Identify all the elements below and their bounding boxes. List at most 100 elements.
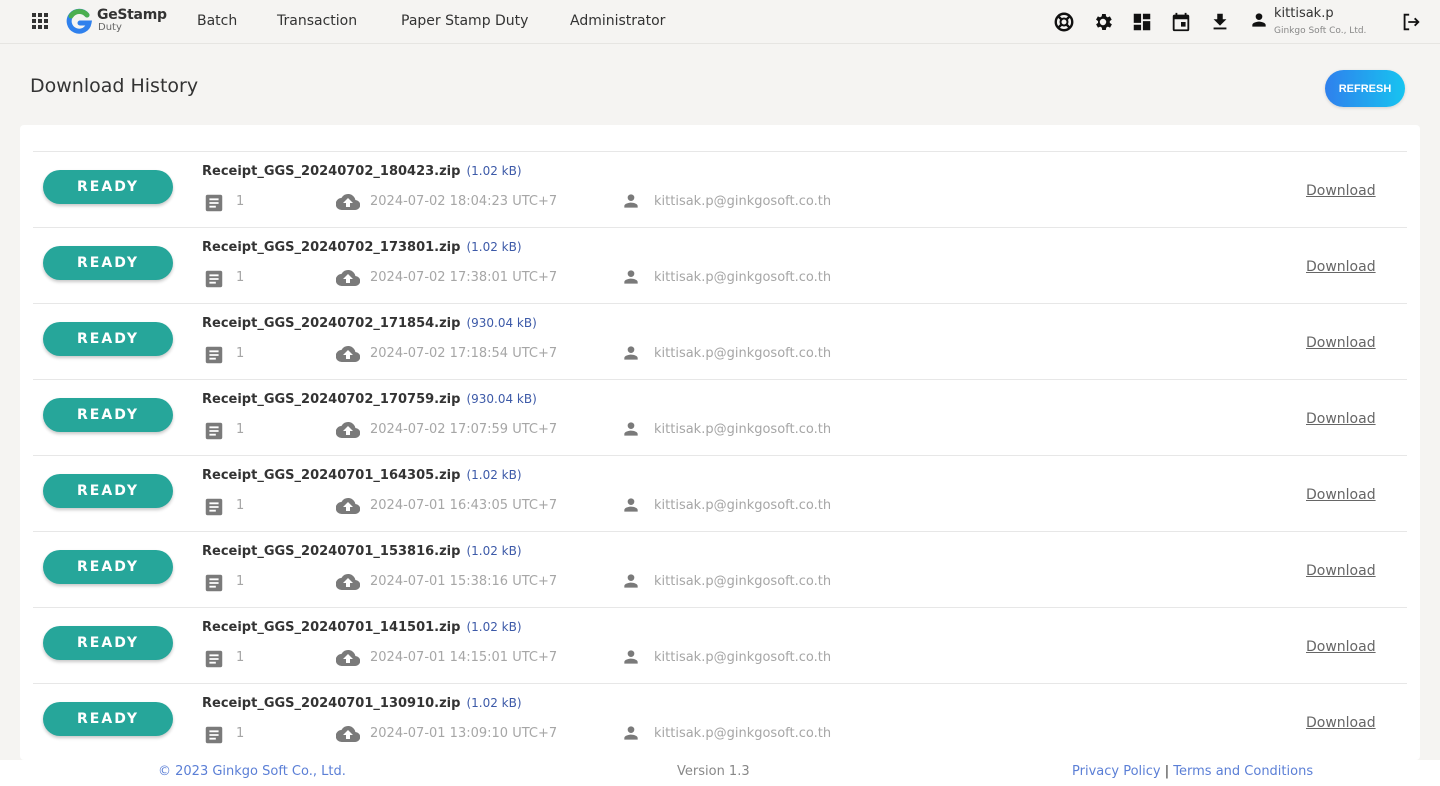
file-count: 1 (236, 498, 245, 513)
top-bar: GeStamp Duty Batch Transaction Paper Sta… (0, 0, 1440, 44)
logo-g-icon (66, 8, 92, 34)
footer-copyright[interactable]: © 2023 Ginkgo Soft Co., Ltd. (158, 764, 346, 779)
download-link[interactable]: Download (1306, 487, 1376, 503)
app-grid-icon[interactable] (32, 13, 49, 30)
download-link[interactable]: Download (1306, 259, 1376, 275)
nav-paper-stamp-duty[interactable]: Paper Stamp Duty (401, 13, 528, 29)
nav-batch[interactable]: Batch (197, 13, 237, 29)
logo-title: GeStamp (97, 7, 167, 23)
upload-timestamp: 2024-07-01 15:38:16 UTC+7 (370, 574, 558, 589)
privacy-policy-link[interactable]: Privacy Policy (1072, 764, 1161, 779)
requested-by-email: kittisak.p@ginkgosoft.co.th (654, 726, 832, 741)
file-count: 1 (236, 194, 245, 209)
file-name-text: Receipt_GGS_20240701_164305.zip (202, 468, 461, 483)
footer: © 2023 Ginkgo Soft Co., Ltd. Version 1.3… (0, 760, 1440, 786)
terms-link[interactable]: Terms and Conditions (1173, 764, 1313, 779)
user-icon (621, 647, 641, 667)
file-name-text: Receipt_GGS_20240702_180423.zip (202, 164, 461, 179)
cloud-upload-icon (336, 418, 360, 442)
requested-by-email: kittisak.p@ginkgosoft.co.th (654, 498, 832, 513)
requested-by-email: kittisak.p@ginkgosoft.co.th (654, 574, 832, 589)
user-icon (621, 571, 641, 591)
cloud-upload-icon (336, 342, 360, 366)
nav-administrator[interactable]: Administrator (570, 13, 665, 29)
download-icon[interactable] (1209, 11, 1231, 33)
status-badge: READY (43, 322, 173, 356)
cloud-upload-icon (336, 570, 360, 594)
file-count: 1 (236, 346, 245, 361)
file-size: (1.02 kB) (466, 620, 522, 634)
file-name[interactable]: Receipt_GGS_20240701_164305.zip (1.02 kB) (202, 468, 522, 483)
refresh-button[interactable]: REFRESH (1325, 70, 1405, 107)
file-count: 1 (236, 270, 245, 285)
download-history-card: READY Receipt_GGS_20240702_180423.zip (1.… (20, 125, 1420, 760)
file-name[interactable]: Receipt_GGS_20240702_173801.zip (1.02 kB) (202, 240, 522, 255)
upload-timestamp: 2024-07-02 17:18:54 UTC+7 (370, 346, 558, 361)
download-row: READY Receipt_GGS_20240701_141501.zip (1.… (33, 607, 1407, 683)
nav-transaction[interactable]: Transaction (277, 13, 357, 29)
download-row: READY Receipt_GGS_20240701_153816.zip (1.… (33, 531, 1407, 607)
file-size: (1.02 kB) (466, 544, 522, 558)
download-link[interactable]: Download (1306, 715, 1376, 731)
download-link[interactable]: Download (1306, 563, 1376, 579)
file-size: (1.02 kB) (466, 164, 522, 178)
page-title: Download History (30, 75, 199, 97)
user-account-icon[interactable] (1249, 10, 1269, 30)
logo-subtitle: Duty (98, 22, 122, 33)
user-icon (621, 191, 641, 211)
document-icon (203, 420, 225, 442)
upload-timestamp: 2024-07-02 17:07:59 UTC+7 (370, 422, 558, 437)
document-icon (203, 344, 225, 366)
upload-timestamp: 2024-07-02 17:38:01 UTC+7 (370, 270, 558, 285)
file-name-text: Receipt_GGS_20240701_153816.zip (202, 544, 461, 559)
footer-separator: | (1164, 764, 1170, 779)
status-badge: READY (43, 550, 173, 584)
status-badge: READY (43, 626, 173, 660)
download-row: READY Receipt_GGS_20240702_180423.zip (1.… (33, 151, 1407, 227)
calendar-icon[interactable] (1170, 11, 1192, 33)
download-link[interactable]: Download (1306, 411, 1376, 427)
file-name[interactable]: Receipt_GGS_20240702_180423.zip (1.02 kB) (202, 164, 522, 179)
file-name[interactable]: Receipt_GGS_20240701_141501.zip (1.02 kB) (202, 620, 522, 635)
download-link[interactable]: Download (1306, 335, 1376, 351)
dashboard-icon[interactable] (1131, 11, 1153, 33)
file-count: 1 (236, 422, 245, 437)
file-size: (930.04 kB) (466, 316, 537, 330)
upload-timestamp: 2024-07-01 13:09:10 UTC+7 (370, 726, 558, 741)
status-badge: READY (43, 246, 173, 280)
document-icon (203, 648, 225, 670)
upload-timestamp: 2024-07-01 16:43:05 UTC+7 (370, 498, 558, 513)
footer-version: Version 1.3 (677, 764, 750, 779)
file-size: (1.02 kB) (466, 240, 522, 254)
document-icon (203, 192, 225, 214)
document-icon (203, 268, 225, 290)
upload-timestamp: 2024-07-01 14:15:01 UTC+7 (370, 650, 558, 665)
app-logo[interactable]: GeStamp Duty (66, 7, 176, 38)
file-name[interactable]: Receipt_GGS_20240701_130910.zip (1.02 kB) (202, 696, 522, 711)
file-count: 1 (236, 574, 245, 589)
file-name[interactable]: Receipt_GGS_20240701_153816.zip (1.02 kB) (202, 544, 522, 559)
user-organization: Ginkgo Soft Co., Ltd. (1274, 26, 1367, 36)
download-row: READY Receipt_GGS_20240701_130910.zip (1.… (33, 683, 1407, 759)
download-row: READY Receipt_GGS_20240702_171854.zip (93… (33, 303, 1407, 379)
document-icon (203, 572, 225, 594)
user-icon (621, 419, 641, 439)
download-row: READY Receipt_GGS_20240702_170759.zip (93… (33, 379, 1407, 455)
file-size: (1.02 kB) (466, 696, 522, 710)
download-link[interactable]: Download (1306, 639, 1376, 655)
cloud-upload-icon (336, 494, 360, 518)
requested-by-email: kittisak.p@ginkgosoft.co.th (654, 270, 832, 285)
download-link[interactable]: Download (1306, 183, 1376, 199)
settings-gear-icon[interactable] (1092, 11, 1114, 33)
user-name[interactable]: kittisak.p (1274, 6, 1334, 21)
file-name[interactable]: Receipt_GGS_20240702_170759.zip (930.04 k… (202, 392, 537, 407)
status-badge: READY (43, 398, 173, 432)
requested-by-email: kittisak.p@ginkgosoft.co.th (654, 650, 832, 665)
document-icon (203, 724, 225, 746)
help-lifebuoy-icon[interactable] (1053, 11, 1075, 33)
download-list: READY Receipt_GGS_20240702_180423.zip (1.… (33, 151, 1407, 759)
file-size: (1.02 kB) (466, 468, 522, 482)
file-name[interactable]: Receipt_GGS_20240702_171854.zip (930.04 k… (202, 316, 537, 331)
download-row: READY Receipt_GGS_20240701_164305.zip (1.… (33, 455, 1407, 531)
logout-icon[interactable] (1400, 11, 1422, 33)
